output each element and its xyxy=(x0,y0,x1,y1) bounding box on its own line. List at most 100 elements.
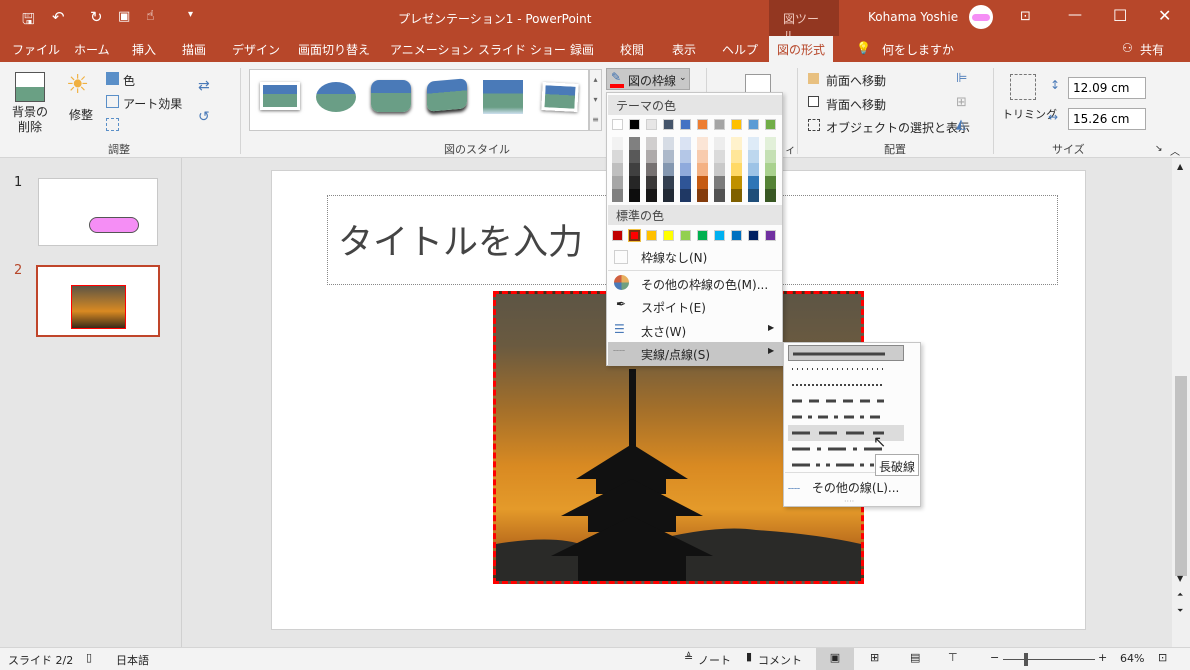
size-dialog-launcher-icon[interactable]: ↘ xyxy=(1155,144,1163,154)
slide-thumbnail-1[interactable] xyxy=(38,178,158,246)
theme-shade-swatch[interactable] xyxy=(612,189,623,202)
theme-shade-swatch[interactable] xyxy=(697,163,708,176)
scroll-down-icon[interactable]: ▼ xyxy=(1177,574,1183,583)
language[interactable]: 日本語 xyxy=(116,652,149,668)
zoom-in-button[interactable]: + xyxy=(1098,651,1107,664)
theme-color-swatch[interactable] xyxy=(697,119,708,130)
theme-color-swatch[interactable] xyxy=(646,119,657,130)
resize-grip[interactable]: ···· xyxy=(844,497,854,506)
standard-color-swatch[interactable] xyxy=(646,230,657,241)
theme-color-swatch[interactable] xyxy=(663,119,674,130)
theme-shade-swatch[interactable] xyxy=(680,189,691,202)
remove-background-button[interactable]: 背景の削除 xyxy=(12,105,48,135)
tab-draw[interactable]: 描画 xyxy=(182,41,206,58)
style-thumb[interactable] xyxy=(427,78,467,112)
scroll-thumb[interactable] xyxy=(1175,376,1187,576)
theme-shade-swatch[interactable] xyxy=(765,176,776,189)
theme-shade-swatch[interactable] xyxy=(646,150,657,163)
tell-me-search[interactable]: 何をしますか xyxy=(882,41,954,58)
change-picture-icon[interactable]: ⇄ xyxy=(198,78,210,94)
theme-shade-swatch[interactable] xyxy=(731,176,742,189)
dash-style-long-dash[interactable] xyxy=(788,425,904,441)
scroll-up-icon[interactable]: ▲ xyxy=(1177,162,1183,171)
theme-shade-swatch[interactable] xyxy=(765,137,776,150)
dash-style-solid[interactable] xyxy=(788,345,904,361)
dash-style-square-dot[interactable] xyxy=(788,377,904,393)
eyedropper-item[interactable]: ✒ スポイト(E) xyxy=(608,295,782,318)
theme-shade-swatch[interactable] xyxy=(731,163,742,176)
style-thumb[interactable] xyxy=(260,82,300,110)
theme-shade-swatch[interactable] xyxy=(646,189,657,202)
theme-shade-swatch[interactable] xyxy=(663,176,674,189)
theme-shade-swatch[interactable] xyxy=(612,137,623,150)
theme-color-swatch[interactable] xyxy=(714,119,725,130)
tab-file[interactable]: ファイル xyxy=(12,41,60,58)
close-icon[interactable]: ✕ xyxy=(1158,6,1171,25)
dash-style-dash-dot[interactable] xyxy=(788,409,904,425)
standard-color-swatch[interactable] xyxy=(680,230,691,241)
theme-shade-swatch[interactable] xyxy=(680,137,691,150)
rotate-icon[interactable]: ◭ xyxy=(956,117,966,132)
theme-shade-swatch[interactable] xyxy=(697,189,708,202)
standard-color-swatch[interactable] xyxy=(663,230,674,241)
theme-shade-swatch[interactable] xyxy=(663,163,674,176)
tab-insert[interactable]: 挿入 xyxy=(132,41,156,58)
theme-color-swatch[interactable] xyxy=(765,119,776,130)
theme-shade-swatch[interactable] xyxy=(714,150,725,163)
tab-review[interactable]: 校閲 xyxy=(620,41,644,58)
theme-shade-swatch[interactable] xyxy=(765,163,776,176)
standard-color-swatch[interactable] xyxy=(629,230,640,241)
picture-styles-gallery[interactable] xyxy=(249,69,589,131)
touch-mode-icon[interactable]: ☝ xyxy=(146,8,155,24)
theme-shade-swatch[interactable] xyxy=(629,189,640,202)
zoom-level[interactable]: 64% xyxy=(1120,652,1144,665)
minimize-icon[interactable]: — xyxy=(1068,7,1082,23)
reset-picture-icon[interactable]: ↺ xyxy=(198,109,210,125)
theme-shade-swatch[interactable] xyxy=(748,189,759,202)
theme-shade-swatch[interactable] xyxy=(646,176,657,189)
collapse-ribbon-icon[interactable]: ︿ xyxy=(1170,143,1180,158)
standard-color-swatch[interactable] xyxy=(697,230,708,241)
avatar[interactable] xyxy=(969,5,993,29)
notes-button[interactable]: ノート xyxy=(698,652,731,668)
theme-shade-swatch[interactable] xyxy=(748,137,759,150)
tab-animations[interactable]: アニメーション xyxy=(390,41,474,58)
standard-color-swatch[interactable] xyxy=(731,230,742,241)
gallery-scroll[interactable]: ▴ ▾ ≡ xyxy=(589,69,602,131)
slide-thumbnail-2[interactable] xyxy=(36,265,160,337)
dashes-item[interactable]: ┄┄ 実線/点線(S) ▶ xyxy=(608,342,782,365)
share-button[interactable]: 共有 xyxy=(1140,41,1164,58)
group-objects-icon[interactable]: ⊞ xyxy=(956,95,967,110)
dash-style-round-dot[interactable] xyxy=(788,361,904,377)
theme-shade-swatch[interactable] xyxy=(748,163,759,176)
theme-color-swatch[interactable] xyxy=(629,119,640,130)
reading-view-button[interactable]: ▤ xyxy=(910,651,920,664)
previous-slide-icon[interactable]: ⏶ xyxy=(1177,590,1183,600)
comments-button[interactable]: コメント xyxy=(758,652,802,668)
theme-shade-swatch[interactable] xyxy=(663,189,674,202)
zoom-slider[interactable] xyxy=(1003,659,1095,660)
theme-shade-swatch[interactable] xyxy=(765,150,776,163)
bring-forward-button[interactable]: 前面へ移動 xyxy=(826,72,886,89)
theme-shade-swatch[interactable] xyxy=(680,176,691,189)
accessibility-icon[interactable]: ▯ xyxy=(86,651,92,664)
theme-shade-swatch[interactable] xyxy=(731,150,742,163)
theme-shade-swatch[interactable] xyxy=(765,189,776,202)
height-input[interactable] xyxy=(1068,77,1146,99)
theme-shade-swatch[interactable] xyxy=(714,137,725,150)
standard-color-swatch[interactable] xyxy=(748,230,759,241)
theme-shade-swatch[interactable] xyxy=(612,176,623,189)
theme-shade-swatch[interactable] xyxy=(714,189,725,202)
slide-sorter-button[interactable]: ⊞ xyxy=(870,651,879,664)
send-backward-button[interactable]: 背面へ移動 xyxy=(826,96,886,113)
dash-style-dash[interactable] xyxy=(788,393,904,409)
standard-color-swatch[interactable] xyxy=(714,230,725,241)
theme-shade-swatch[interactable] xyxy=(731,189,742,202)
artistic-effects-button[interactable]: アート効果 xyxy=(123,95,182,112)
no-outline-item[interactable]: 枠線なし(N) xyxy=(608,245,782,268)
weight-item[interactable]: ☰ 太さ(W) ▶ xyxy=(608,319,782,342)
tab-slideshow[interactable]: スライド ショー xyxy=(478,41,566,58)
slideshow-button[interactable]: ⊤ xyxy=(948,651,958,664)
align-icon[interactable]: ⊫ xyxy=(956,71,967,86)
theme-shade-swatch[interactable] xyxy=(629,163,640,176)
